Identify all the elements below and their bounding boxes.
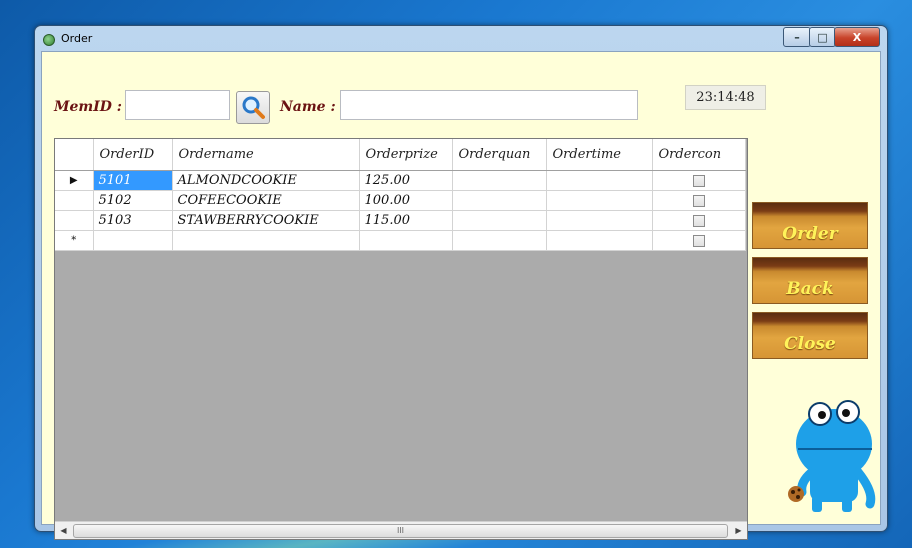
table-row[interactable]: * [55, 230, 746, 251]
ordercon-checkbox[interactable] [692, 174, 705, 187]
magnifier-icon [242, 96, 265, 119]
order-window: Order – □ X MemID : Name : 23:14:48 Orde… [34, 25, 888, 540]
cell-orderprize[interactable]: 100.00 [359, 190, 453, 211]
table-row[interactable]: ▶ 5101 ALMONDCOOKIE 125.00 [55, 170, 746, 191]
cell-ordertime[interactable] [546, 190, 653, 211]
title-bar[interactable]: Order – □ X [35, 26, 887, 50]
scroll-left-icon[interactable]: ◀ [55, 522, 72, 539]
memid-label: MemID : [54, 99, 122, 115]
cell-orderprize[interactable]: 125.00 [359, 170, 453, 191]
form-client-area: MemID : Name : 23:14:48 OrderID Ordernam… [41, 51, 881, 540]
orders-table: OrderID Ordername Orderprize Orderquan O… [55, 139, 746, 251]
cell-ordername[interactable]: COFEECOOKIE [172, 190, 360, 211]
cell-orderid[interactable] [93, 230, 173, 251]
cookie-monster-mascot-icon [788, 400, 876, 512]
cell-orderid[interactable]: 5103 [93, 210, 173, 231]
cell-ordercon[interactable] [652, 190, 746, 211]
scroll-right-icon[interactable]: ▶ [730, 522, 747, 539]
scroll-thumb[interactable]: III [73, 524, 728, 538]
close-window-button[interactable]: X [834, 27, 880, 47]
cell-orderid[interactable]: 5101 [93, 170, 173, 191]
window-title: Order [61, 32, 93, 45]
minimize-button[interactable]: – [783, 27, 811, 47]
horizontal-scrollbar[interactable]: ◀ III ▶ [55, 521, 747, 539]
cell-ordertime[interactable] [546, 210, 653, 231]
cell-ordername[interactable] [172, 230, 360, 251]
order-button[interactable]: Order [752, 202, 868, 249]
cell-ordercon[interactable] [652, 230, 746, 251]
column-header-ordername[interactable]: Ordername [172, 139, 360, 171]
row-header [55, 210, 94, 231]
cell-ordername[interactable]: ALMONDCOOKIE [172, 170, 360, 191]
cell-orderprize[interactable]: 115.00 [359, 210, 453, 231]
app-icon [43, 34, 55, 46]
cell-orderquan[interactable] [452, 170, 547, 191]
cell-orderprize[interactable] [359, 230, 453, 251]
cell-orderquan[interactable] [452, 210, 547, 231]
row-header: * [55, 230, 94, 251]
row-header [55, 190, 94, 211]
column-header-orderquan[interactable]: Orderquan [452, 139, 547, 171]
table-row[interactable]: 5102 COFEECOOKIE 100.00 [55, 190, 746, 211]
cell-orderquan[interactable] [452, 230, 547, 251]
close-button[interactable]: Close [752, 312, 868, 359]
cell-ordercon[interactable] [652, 170, 746, 191]
cell-orderid[interactable]: 5102 [93, 190, 173, 211]
column-header-orderprize[interactable]: Orderprize [359, 139, 453, 171]
table-row[interactable]: 5103 STAWBERRYCOOKIE 115.00 [55, 210, 746, 231]
column-header-orderid[interactable]: OrderID [93, 139, 173, 171]
row-header: ▶ [55, 170, 94, 191]
maximize-button[interactable]: □ [809, 27, 836, 47]
cell-ordertime[interactable] [546, 170, 653, 191]
memid-input[interactable] [125, 90, 230, 120]
ordercon-checkbox[interactable] [692, 194, 705, 207]
orders-grid[interactable]: OrderID Ordername Orderprize Orderquan O… [54, 138, 748, 540]
name-input[interactable] [340, 90, 638, 120]
cell-ordercon[interactable] [652, 210, 746, 231]
clock-label: 23:14:48 [685, 85, 766, 110]
search-button[interactable] [236, 91, 270, 124]
row-header-corner [55, 139, 94, 171]
cell-ordername[interactable]: STAWBERRYCOOKIE [172, 210, 360, 231]
cell-ordertime[interactable] [546, 230, 653, 251]
column-header-ordercon[interactable]: Ordercon [652, 139, 746, 171]
column-header-ordertime[interactable]: Ordertime [546, 139, 653, 171]
cell-orderquan[interactable] [452, 190, 547, 211]
ordercon-checkbox[interactable] [692, 234, 705, 247]
name-label: Name : [280, 99, 336, 115]
ordercon-checkbox[interactable] [692, 214, 705, 227]
back-button[interactable]: Back [752, 257, 868, 304]
